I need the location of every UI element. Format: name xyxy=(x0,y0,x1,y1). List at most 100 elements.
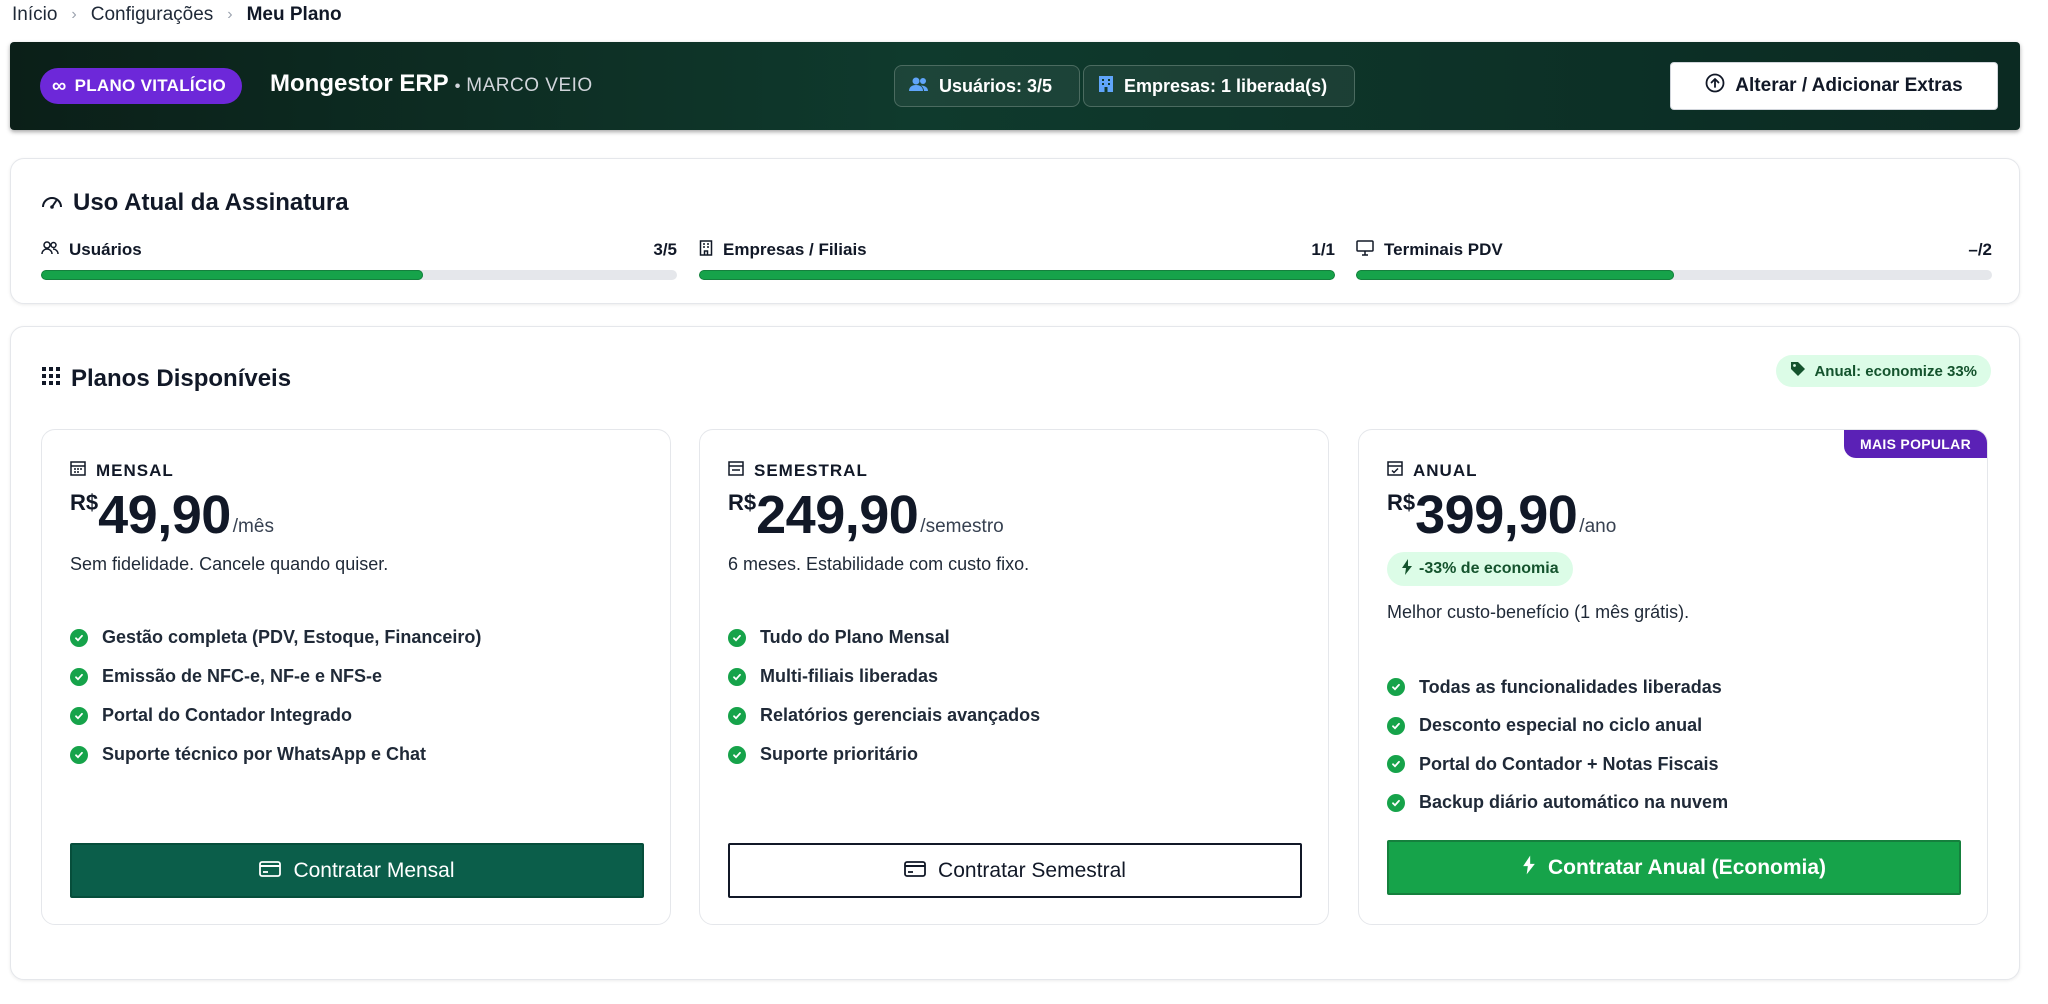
check-circle-icon xyxy=(1387,716,1405,735)
check-circle-icon xyxy=(728,745,746,764)
tag-icon xyxy=(1790,361,1806,381)
feature-text: Desconto especial no ciclo anual xyxy=(1419,715,1703,736)
price-period: /mês xyxy=(232,516,274,537)
feature-text: Tudo do Plano Mensal xyxy=(760,627,950,647)
product-brand: Mongestor ERP • MARCO VEIO xyxy=(270,70,593,98)
plan-card-monthly: MENSAL R$ 49,90 /mês Sem fidelidade. Can… xyxy=(41,429,671,925)
breadcrumb-home[interactable]: Início xyxy=(12,4,57,26)
list-item: Desconto especial no ciclo anual xyxy=(1387,707,1728,746)
price-amount: 399,90 xyxy=(1415,485,1578,545)
list-item: Portal do Contador + Notas Fiscais xyxy=(1387,745,1728,784)
grid-icon xyxy=(41,365,61,393)
plan-name: MENSAL xyxy=(70,460,174,481)
annual-savings-badge: Anual: economize 33% xyxy=(1776,355,1991,387)
price-currency: R$ xyxy=(1387,490,1416,515)
price-amount: 49,90 xyxy=(98,485,231,545)
list-item: Emissão de NFC-e, NF-e e NFS-e xyxy=(70,657,481,696)
plan-price: R$ 399,90 /ano xyxy=(1387,486,1616,544)
list-item: Suporte técnico por WhatsApp e Chat xyxy=(70,735,481,774)
most-popular-badge: MAIS POPULAR xyxy=(1844,430,1987,458)
contract-annual-button[interactable]: Contratar Anual (Economia) xyxy=(1387,840,1961,895)
annual-savings-label: Anual: economize 33% xyxy=(1814,362,1977,380)
contract-annual-label: Contratar Anual (Economia) xyxy=(1547,855,1827,879)
change-add-extras-label: Alterar / Adicionar Extras xyxy=(1735,75,1963,96)
check-circle-icon xyxy=(70,667,88,686)
breadcrumb-settings[interactable]: Configurações xyxy=(91,4,214,26)
progress-fill xyxy=(41,270,423,280)
plan-name: ANUAL xyxy=(1387,460,1478,481)
feature-text: Relatórios gerenciais avançados xyxy=(760,705,1041,725)
progress-track xyxy=(1356,270,1992,280)
lightning-icon xyxy=(1401,558,1413,580)
monitor-icon xyxy=(1356,239,1374,261)
building-icon xyxy=(1098,75,1114,98)
check-circle-icon xyxy=(70,628,88,647)
list-item: Gestão completa (PDV, Estoque, Financeir… xyxy=(70,618,481,657)
contract-semiannual-label: Contratar Semestral xyxy=(938,858,1126,882)
usage-title: Uso Atual da Assinatura xyxy=(41,189,349,217)
feature-text: Emissão de NFC-e, NF-e e NFS-e xyxy=(102,666,383,686)
price-period: /semestro xyxy=(920,516,1004,537)
plan-badge-label: PLANO VITALÍCIO xyxy=(74,76,227,95)
plans-title: Planos Disponíveis xyxy=(41,365,291,393)
meter-value: 1/1 xyxy=(1311,240,1335,259)
feature-text: Gestão completa (PDV, Estoque, Financeir… xyxy=(102,627,482,647)
check-circle-icon xyxy=(728,667,746,686)
credit-card-icon xyxy=(904,859,926,883)
progress-fill xyxy=(1356,270,1674,280)
plan-name: SEMESTRAL xyxy=(728,460,868,481)
change-add-extras-button[interactable]: Alterar / Adicionar Extras xyxy=(1670,62,1998,110)
list-item: Multi-filiais liberadas xyxy=(728,657,1040,696)
usage-title-text: Uso Atual da Assinatura xyxy=(73,189,349,216)
users-icon xyxy=(909,76,929,97)
check-circle-icon xyxy=(70,745,88,764)
contract-monthly-button[interactable]: Contratar Mensal xyxy=(70,843,644,898)
account-owner: MARCO VEIO xyxy=(466,75,593,96)
plan-card-semiannual: SEMESTRAL R$ 249,90 /semestro 6 meses. E… xyxy=(699,429,1329,925)
chevron-right-icon: › xyxy=(71,6,77,23)
meter-label: Usuários xyxy=(69,240,142,259)
meter-value: 3/5 xyxy=(653,240,677,259)
feature-text: Backup diário automático na nuvem xyxy=(1419,792,1729,813)
infinity-icon: ∞ xyxy=(52,75,67,97)
list-item: Relatórios gerenciais avançados xyxy=(728,696,1040,735)
list-item: Portal do Contador Integrado xyxy=(70,696,481,735)
feature-text: Todas as funcionalidades liberadas xyxy=(1419,676,1722,697)
calendar-icon xyxy=(70,460,86,481)
users-icon xyxy=(41,240,59,260)
progress-fill xyxy=(699,270,1335,280)
plan-banner: ∞ PLANO VITALÍCIO Mongestor ERP • MARCO V… xyxy=(10,42,2020,130)
users-pill: Usuários: 3/5 xyxy=(894,65,1080,107)
progress-track xyxy=(41,270,677,280)
contract-semiannual-button[interactable]: Contratar Semestral xyxy=(728,843,1302,898)
feature-list: Tudo do Plano Mensal Multi-filiais liber… xyxy=(728,618,1040,774)
plan-price: R$ 249,90 /semestro xyxy=(728,486,1004,544)
price-currency: R$ xyxy=(728,490,757,515)
breadcrumb: Início › Configurações › Meu Plano xyxy=(12,2,342,28)
list-item: Tudo do Plano Mensal xyxy=(728,618,1040,657)
plan-description: Melhor custo-benefício (1 mês grátis). xyxy=(1387,602,1690,622)
feature-text: Portal do Contador Integrado xyxy=(102,705,352,725)
building-icon xyxy=(699,239,713,261)
progress-track xyxy=(699,270,1335,280)
product-name: Mongestor ERP xyxy=(270,70,449,97)
lightning-icon xyxy=(1522,855,1536,881)
check-circle-icon xyxy=(1387,755,1405,774)
economy-badge: -33% de economia xyxy=(1387,552,1573,586)
arrow-up-circle-icon xyxy=(1705,73,1725,99)
plan-name-text: ANUAL xyxy=(1413,460,1478,480)
usage-meter-pdv-terminals: Terminais PDV –/2 xyxy=(1356,237,1992,280)
meter-label: Empresas / Filiais xyxy=(723,240,867,259)
plan-name-text: MENSAL xyxy=(96,460,174,480)
list-item: Todas as funcionalidades liberadas xyxy=(1387,668,1728,707)
available-plans-card: Planos Disponíveis Anual: economize 33% … xyxy=(10,326,2020,980)
plans-title-text: Planos Disponíveis xyxy=(71,365,292,392)
feature-list: Todas as funcionalidades liberadas Desco… xyxy=(1387,668,1728,822)
check-circle-icon xyxy=(70,706,88,725)
economy-label: -33% de economia xyxy=(1419,560,1559,577)
plan-name-text: SEMESTRAL xyxy=(754,460,868,480)
plan-description: Sem fidelidade. Cancele quando quiser. xyxy=(70,554,389,574)
plan-card-annual: MAIS POPULAR ANUAL R$ 399,90 /ano -33% d… xyxy=(1358,429,1988,925)
contract-monthly-label: Contratar Mensal xyxy=(293,858,455,882)
subscription-usage-card: Uso Atual da Assinatura Usuários 3/5 Emp… xyxy=(10,158,2020,304)
